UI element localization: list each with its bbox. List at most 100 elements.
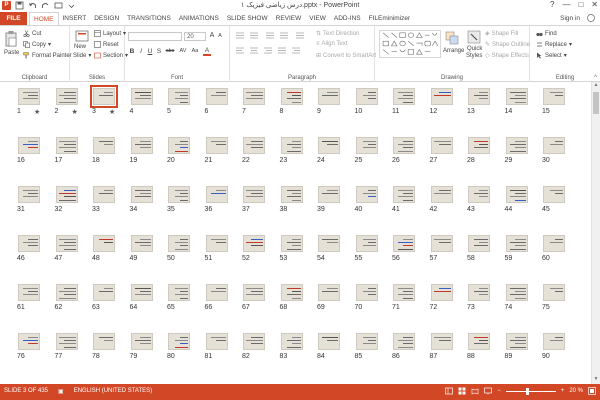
font-color-button[interactable]: A [203, 47, 211, 56]
tab-file[interactable]: FILE [0, 12, 27, 25]
copy-button[interactable]: Copy ▾ [23, 41, 51, 48]
slide-thumbnail[interactable] [393, 235, 415, 252]
quick-styles-dropdown[interactable]: Styles [466, 53, 482, 59]
slide-thumbnail[interactable] [280, 88, 303, 105]
slide-thumbnail[interactable] [55, 88, 78, 105]
tab-insert[interactable]: INSERT [59, 12, 91, 25]
slide-thumbnail[interactable] [355, 284, 378, 301]
shape-fill-button[interactable]: ◈ Shape Fill [485, 30, 518, 38]
slide-thumbnail[interactable] [543, 235, 565, 252]
tab-fileminimizer[interactable]: FILEminimizer [365, 12, 415, 25]
slide-thumbnail[interactable] [468, 137, 490, 154]
scroll-down-arrow-icon[interactable]: ▼ [592, 376, 600, 384]
slide-thumbnail[interactable] [205, 235, 228, 252]
layout-button[interactable]: Layout ▾ [94, 30, 126, 37]
sign-in-link[interactable]: Sign in [560, 15, 580, 22]
paste-button[interactable]: Paste [4, 50, 19, 56]
slide-thumbnail[interactable] [543, 333, 565, 350]
slide-thumbnail[interactable] [505, 284, 528, 301]
reading-view-icon[interactable] [471, 387, 479, 395]
slide-sorter-view-icon[interactable] [458, 387, 466, 395]
slide-thumbnail[interactable] [243, 137, 265, 154]
section-button[interactable]: Section ▾ [94, 52, 128, 59]
slide-thumbnail[interactable] [318, 333, 340, 350]
new-slide-button[interactable]: New [74, 44, 86, 50]
slide-thumbnail[interactable] [18, 186, 40, 203]
normal-view-icon[interactable] [445, 387, 454, 395]
slide-thumbnail[interactable] [505, 235, 528, 252]
select-button[interactable]: Select ▾ [536, 52, 567, 59]
replace-button[interactable]: Replace ▾ [536, 41, 572, 48]
slide-thumbnail[interactable] [168, 186, 190, 203]
slide-thumbnail[interactable] [55, 235, 78, 252]
slide-thumbnail[interactable] [93, 235, 115, 252]
slide-thumbnail[interactable] [355, 235, 378, 252]
scrollbar-thumb[interactable] [593, 92, 599, 114]
slide-thumbnail[interactable] [318, 186, 340, 203]
zoom-out-button[interactable]: − [497, 388, 501, 394]
shape-outline-button[interactable]: ✎ Shape Outline [485, 41, 530, 49]
slide-thumbnail[interactable] [468, 333, 490, 350]
grow-font-button[interactable]: A [208, 32, 216, 39]
slide-thumbnail[interactable] [430, 88, 453, 105]
smiley-feedback-icon[interactable] [585, 13, 597, 23]
slide-thumbnail[interactable] [55, 186, 78, 203]
change-case-button[interactable]: Aa [190, 48, 200, 54]
tab-add-ins[interactable]: ADD-INS [330, 12, 365, 25]
slide-thumbnail[interactable] [393, 88, 415, 105]
slide-thumbnail[interactable] [205, 284, 228, 301]
reset-button[interactable]: Reset [94, 41, 119, 48]
slide-thumbnail[interactable] [468, 186, 490, 203]
slide-thumbnail[interactable] [393, 333, 415, 350]
tab-slide-show[interactable]: SLIDE SHOW [223, 12, 272, 25]
slide-thumbnail[interactable] [430, 284, 453, 301]
tab-animations[interactable]: ANIMATIONS [175, 12, 223, 25]
slide-thumbnail[interactable] [168, 88, 190, 105]
alignment-buttons-icon[interactable] [234, 46, 314, 55]
transition-star-icon[interactable]: ★ [72, 108, 78, 116]
slide-thumbnail[interactable] [55, 137, 78, 154]
spellcheck-icon[interactable]: ▣ [58, 388, 64, 395]
slide-thumbnail[interactable] [130, 186, 153, 203]
zoom-slider-thumb[interactable] [525, 387, 529, 395]
zoom-in-button[interactable]: + [561, 388, 565, 394]
slide-thumbnail[interactable] [318, 235, 340, 252]
slide-thumbnail[interactable] [430, 235, 453, 252]
slide-thumbnail[interactable] [168, 137, 190, 154]
slide-thumbnail[interactable] [280, 186, 303, 203]
zoom-slider[interactable] [505, 387, 556, 395]
cut-button[interactable]: Cut [23, 30, 41, 37]
tab-transitions[interactable]: TRANSITIONS [123, 12, 175, 25]
slide-thumbnail[interactable] [543, 186, 565, 203]
quick-styles-button[interactable]: Quick [467, 46, 482, 52]
slide-thumbnail[interactable] [205, 333, 228, 350]
shape-effects-button[interactable]: ◇ Shape Effects [485, 52, 529, 60]
slide-thumbnail[interactable] [243, 88, 265, 105]
scroll-up-arrow-icon[interactable]: ▲ [592, 82, 600, 90]
slide-thumbnail[interactable] [393, 186, 415, 203]
slide-thumbnail[interactable] [468, 88, 490, 105]
slide-thumbnail[interactable] [130, 235, 153, 252]
zoom-level[interactable]: 20 % [569, 388, 583, 394]
slide-thumbnail[interactable] [93, 137, 115, 154]
shrink-font-button[interactable]: A [216, 33, 224, 39]
tab-review[interactable]: REVIEW [272, 12, 306, 25]
slide-thumbnail[interactable] [205, 88, 228, 105]
slide-thumbnail[interactable] [130, 284, 153, 301]
shapes-gallery[interactable] [379, 30, 441, 58]
bold-button[interactable]: B [128, 48, 136, 55]
slide-thumbnail[interactable] [393, 137, 415, 154]
slide-thumbnail[interactable] [355, 333, 378, 350]
slide-thumbnail[interactable] [505, 333, 528, 350]
transition-star-icon[interactable]: ★ [34, 108, 40, 116]
slide-thumbnail[interactable] [243, 235, 265, 252]
slide-thumbnail[interactable] [168, 284, 190, 301]
language-indicator[interactable]: ENGLISH (UNITED STATES) [74, 388, 152, 395]
slide-thumbnail[interactable] [55, 333, 78, 350]
slide-thumbnail[interactable] [93, 333, 115, 350]
slide-thumbnail[interactable] [168, 235, 190, 252]
slide-thumbnail[interactable] [243, 333, 265, 350]
minimize-button[interactable]: — [562, 0, 570, 9]
slide-thumbnail[interactable] [18, 235, 40, 252]
tab-view[interactable]: VIEW [305, 12, 330, 25]
